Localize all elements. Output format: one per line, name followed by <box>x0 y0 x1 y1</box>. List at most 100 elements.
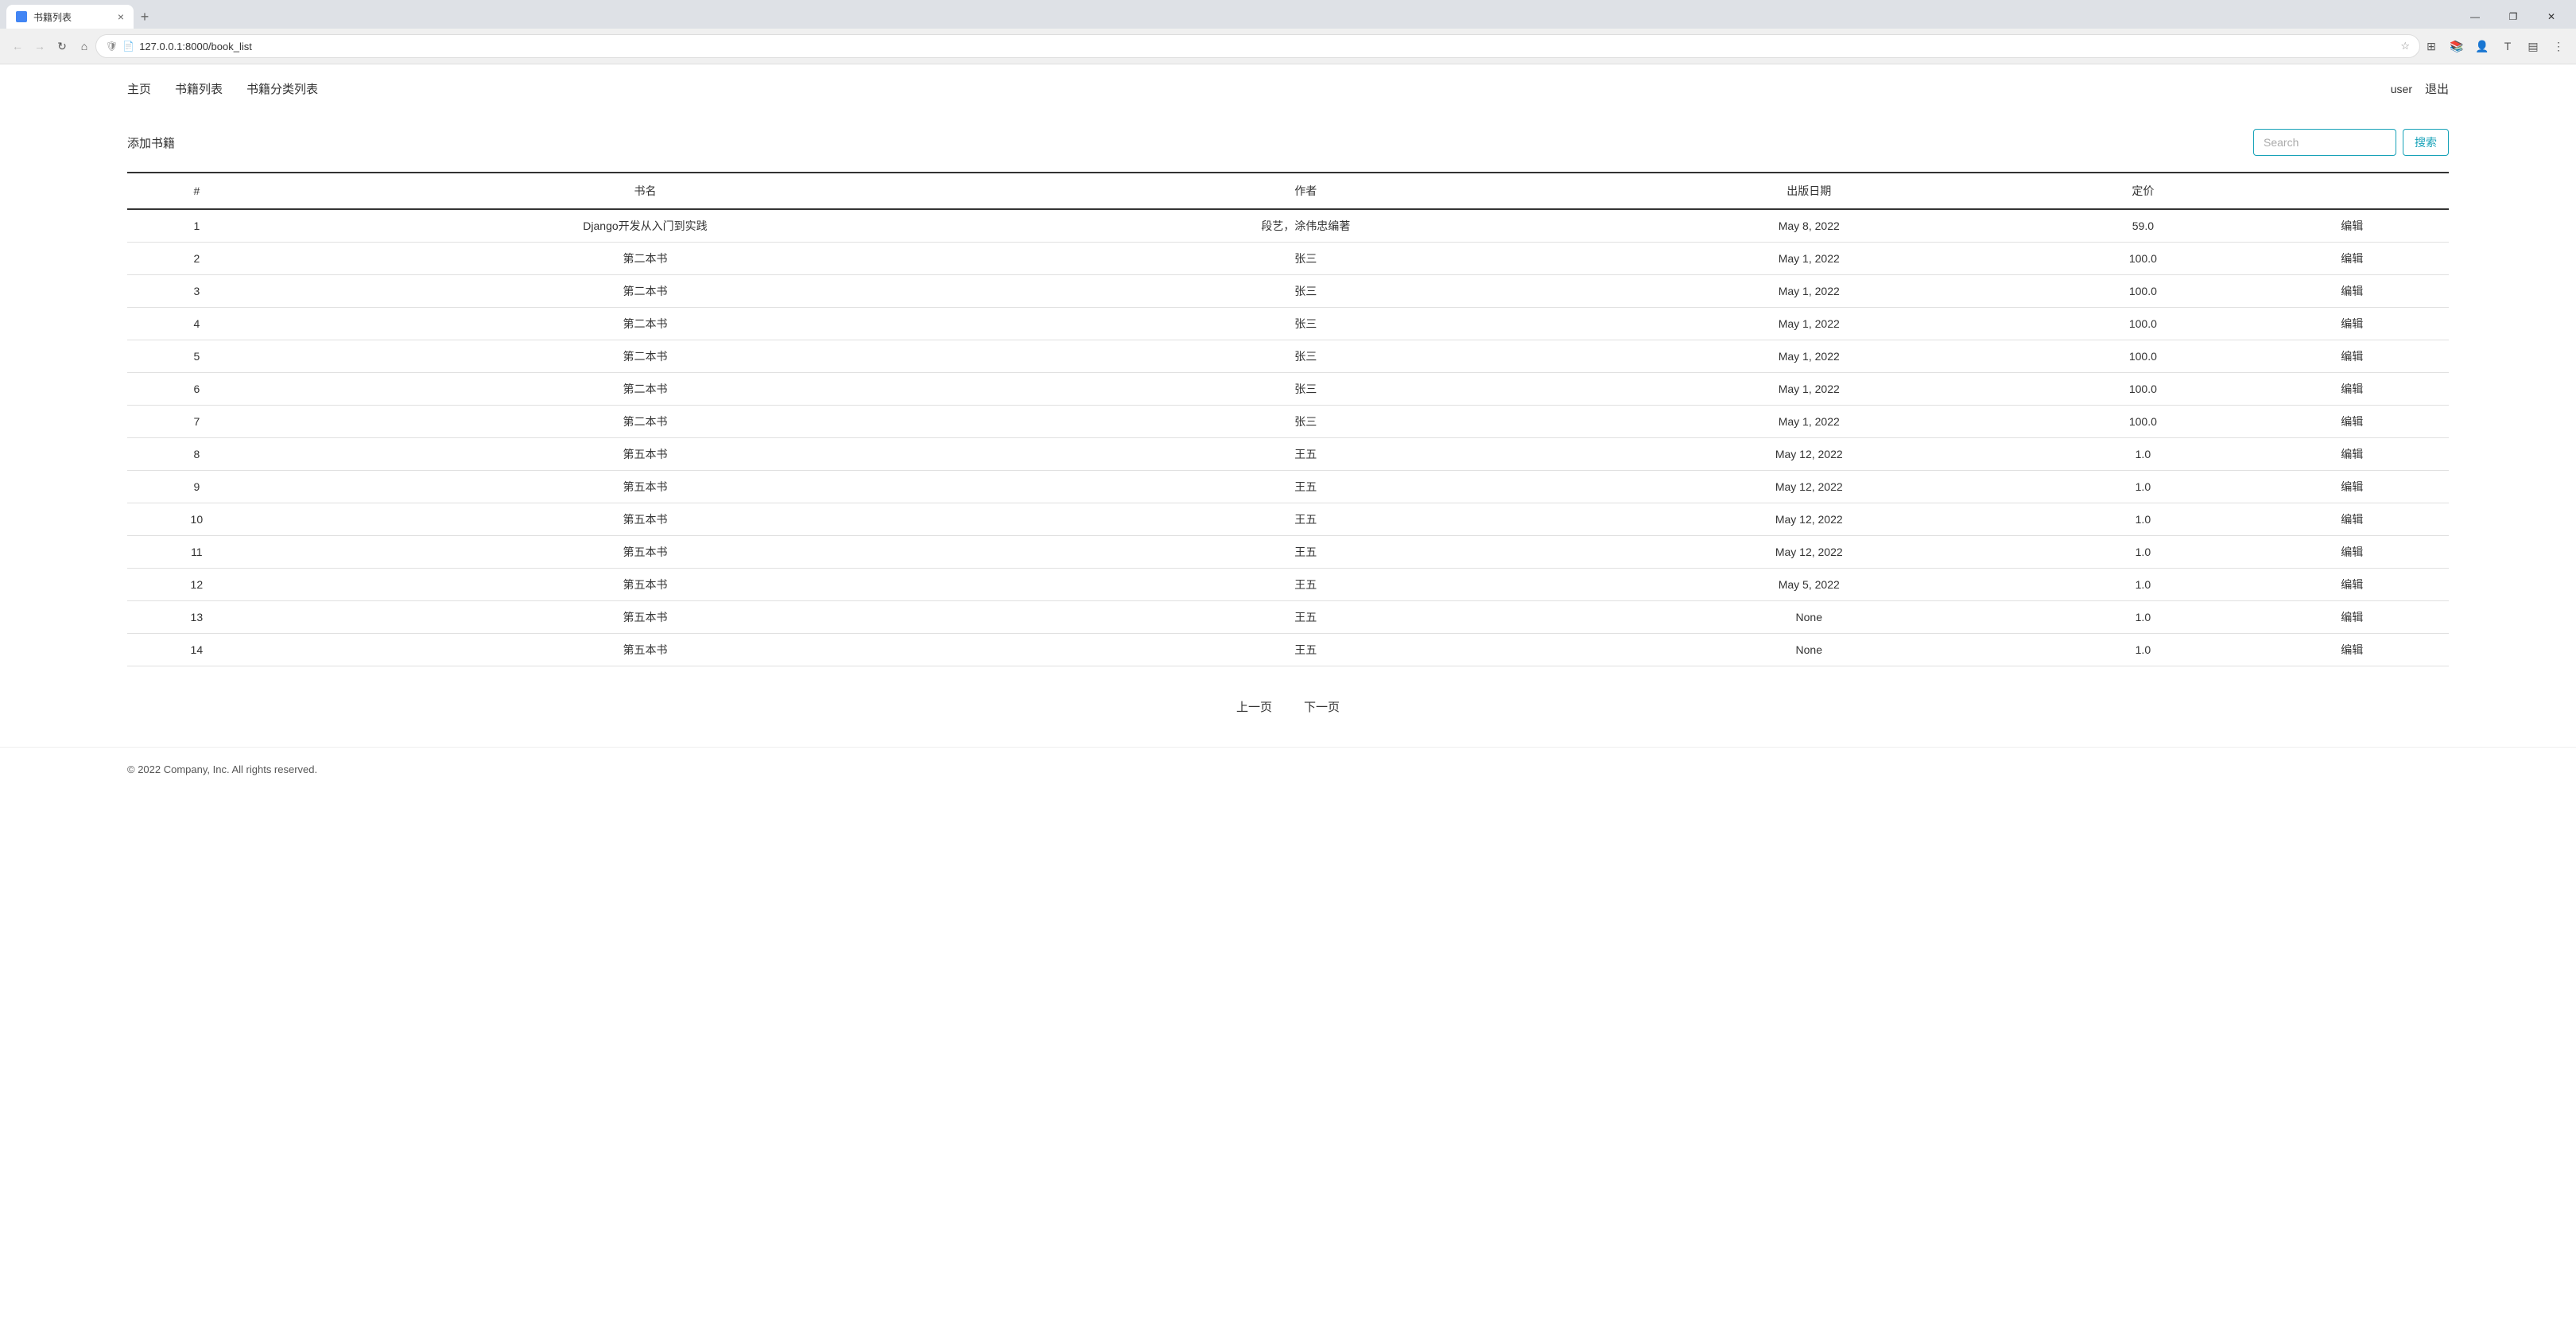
cell-price: 100.0 <box>2031 340 2255 373</box>
edit-link[interactable]: 编辑 <box>2341 415 2363 428</box>
forward-btn[interactable]: → <box>29 35 51 57</box>
table-row: 3 第二本书 张三 May 1, 2022 100.0 编辑 <box>127 275 2449 308</box>
edit-link[interactable]: 编辑 <box>2341 611 2363 623</box>
logout-btn[interactable]: 退出 <box>2425 80 2449 97</box>
edit-link[interactable]: 编辑 <box>2341 350 2363 363</box>
nav-book-list[interactable]: 书籍列表 <box>175 80 223 97</box>
edit-link[interactable]: 编辑 <box>2341 252 2363 265</box>
profile-btn[interactable]: 👤 <box>2471 35 2493 57</box>
cell-action[interactable]: 编辑 <box>2256 340 2449 373</box>
cell-author: 张三 <box>1024 406 1587 438</box>
cell-action[interactable]: 编辑 <box>2256 569 2449 601</box>
cell-action[interactable]: 编辑 <box>2256 373 2449 406</box>
search-button[interactable]: 搜索 <box>2403 129 2449 156</box>
back-btn[interactable]: ← <box>6 35 29 57</box>
cell-author: 王五 <box>1024 536 1587 569</box>
page-content: 主页 书籍列表 书籍分类列表 user 退出 添加书籍 搜索 # 书名 作者 出… <box>0 64 2576 1344</box>
cell-price: 1.0 <box>2031 471 2255 503</box>
minimize-btn[interactable]: — <box>2457 5 2493 29</box>
cell-id: 14 <box>127 634 266 666</box>
copyright-text: © 2022 Company, Inc. All rights reserved… <box>127 763 317 775</box>
next-page-btn[interactable]: 下一页 <box>1304 698 1340 715</box>
close-btn[interactable]: ✕ <box>2533 5 2570 29</box>
star-icon[interactable]: ☆ <box>2400 40 2410 52</box>
edit-link[interactable]: 编辑 <box>2341 285 2363 297</box>
extensions-btn[interactable]: ⊞ <box>2420 35 2442 57</box>
translate-btn[interactable]: T <box>2496 35 2519 57</box>
cell-action[interactable]: 编辑 <box>2256 601 2449 634</box>
cell-author: 张三 <box>1024 275 1587 308</box>
edit-link[interactable]: 编辑 <box>2341 448 2363 460</box>
cell-pub-date: May 1, 2022 <box>1587 340 2031 373</box>
tab-bar: 书籍列表 × + — ❐ ✕ <box>0 0 2576 29</box>
cell-author: 王五 <box>1024 503 1587 536</box>
url-bar[interactable]: 🛡 📄 127.0.0.1:8000/book_list ☆ <box>95 34 2420 58</box>
cell-id: 8 <box>127 438 266 471</box>
cell-id: 9 <box>127 471 266 503</box>
prev-page-btn[interactable]: 上一页 <box>1236 698 1272 715</box>
cell-action[interactable]: 编辑 <box>2256 275 2449 308</box>
add-book-btn[interactable]: 添加书籍 <box>127 134 175 151</box>
table-row: 10 第五本书 王五 May 12, 2022 1.0 编辑 <box>127 503 2449 536</box>
cell-action[interactable]: 编辑 <box>2256 308 2449 340</box>
main-content: 添加书籍 搜索 # 书名 作者 出版日期 定价 1 <box>0 113 2576 739</box>
edit-link[interactable]: 编辑 <box>2341 317 2363 330</box>
cell-id: 6 <box>127 373 266 406</box>
cell-price: 100.0 <box>2031 308 2255 340</box>
cell-author: 王五 <box>1024 569 1587 601</box>
restore-btn[interactable]: ❐ <box>2495 5 2531 29</box>
cell-action[interactable]: 编辑 <box>2256 243 2449 275</box>
table-header: # 书名 作者 出版日期 定价 <box>127 173 2449 209</box>
cell-action[interactable]: 编辑 <box>2256 503 2449 536</box>
cell-author: 王五 <box>1024 601 1587 634</box>
cell-action[interactable]: 编辑 <box>2256 536 2449 569</box>
cell-price: 1.0 <box>2031 438 2255 471</box>
table-header-row: # 书名 作者 出版日期 定价 <box>127 173 2449 209</box>
cell-action[interactable]: 编辑 <box>2256 406 2449 438</box>
edit-link[interactable]: 编辑 <box>2341 546 2363 558</box>
cell-price: 100.0 <box>2031 275 2255 308</box>
window-controls: — ❐ ✕ <box>2457 5 2570 29</box>
new-tab-btn[interactable]: + <box>134 6 156 28</box>
cell-title: 第二本书 <box>266 243 1025 275</box>
edit-link[interactable]: 编辑 <box>2341 219 2363 232</box>
cell-price: 59.0 <box>2031 209 2255 243</box>
tab-title: 书籍列表 <box>33 10 72 24</box>
nav-home[interactable]: 主页 <box>127 80 151 97</box>
footer: © 2022 Company, Inc. All rights reserved… <box>0 747 2576 791</box>
cell-id: 3 <box>127 275 266 308</box>
cell-price: 1.0 <box>2031 503 2255 536</box>
cell-title: 第五本书 <box>266 503 1025 536</box>
edit-link[interactable]: 编辑 <box>2341 513 2363 526</box>
cell-action[interactable]: 编辑 <box>2256 438 2449 471</box>
refresh-btn[interactable]: ↻ <box>51 35 73 57</box>
cell-author: 张三 <box>1024 308 1587 340</box>
edit-link[interactable]: 编辑 <box>2341 383 2363 395</box>
cell-title: 第五本书 <box>266 438 1025 471</box>
cell-pub-date: May 12, 2022 <box>1587 503 2031 536</box>
edit-link[interactable]: 编辑 <box>2341 643 2363 656</box>
bookmark-btn[interactable]: 📚 <box>2446 35 2468 57</box>
cell-price: 1.0 <box>2031 569 2255 601</box>
cell-title: 第二本书 <box>266 308 1025 340</box>
table-row: 1 Django开发从入门到实践 段艺，涂伟忠编著 May 8, 2022 59… <box>127 209 2449 243</box>
menu-btn[interactable]: ⋮ <box>2547 35 2570 57</box>
nav-category-list[interactable]: 书籍分类列表 <box>246 80 318 97</box>
cell-action[interactable]: 编辑 <box>2256 471 2449 503</box>
cell-id: 10 <box>127 503 266 536</box>
edit-link[interactable]: 编辑 <box>2341 480 2363 493</box>
cell-action[interactable]: 编辑 <box>2256 209 2449 243</box>
cell-action[interactable]: 编辑 <box>2256 634 2449 666</box>
tab-close-btn[interactable]: × <box>118 10 124 23</box>
search-input[interactable] <box>2253 129 2396 156</box>
sidebar-btn[interactable]: ▤ <box>2522 35 2544 57</box>
home-btn[interactable]: ⌂ <box>73 35 95 57</box>
cell-pub-date: None <box>1587 601 2031 634</box>
cell-id: 4 <box>127 308 266 340</box>
browser-tab[interactable]: 书籍列表 × <box>6 5 134 29</box>
nav-buttons: ← → ↻ ⌂ <box>6 35 95 57</box>
cell-id: 1 <box>127 209 266 243</box>
cell-title: 第五本书 <box>266 634 1025 666</box>
cell-price: 100.0 <box>2031 406 2255 438</box>
edit-link[interactable]: 编辑 <box>2341 578 2363 591</box>
